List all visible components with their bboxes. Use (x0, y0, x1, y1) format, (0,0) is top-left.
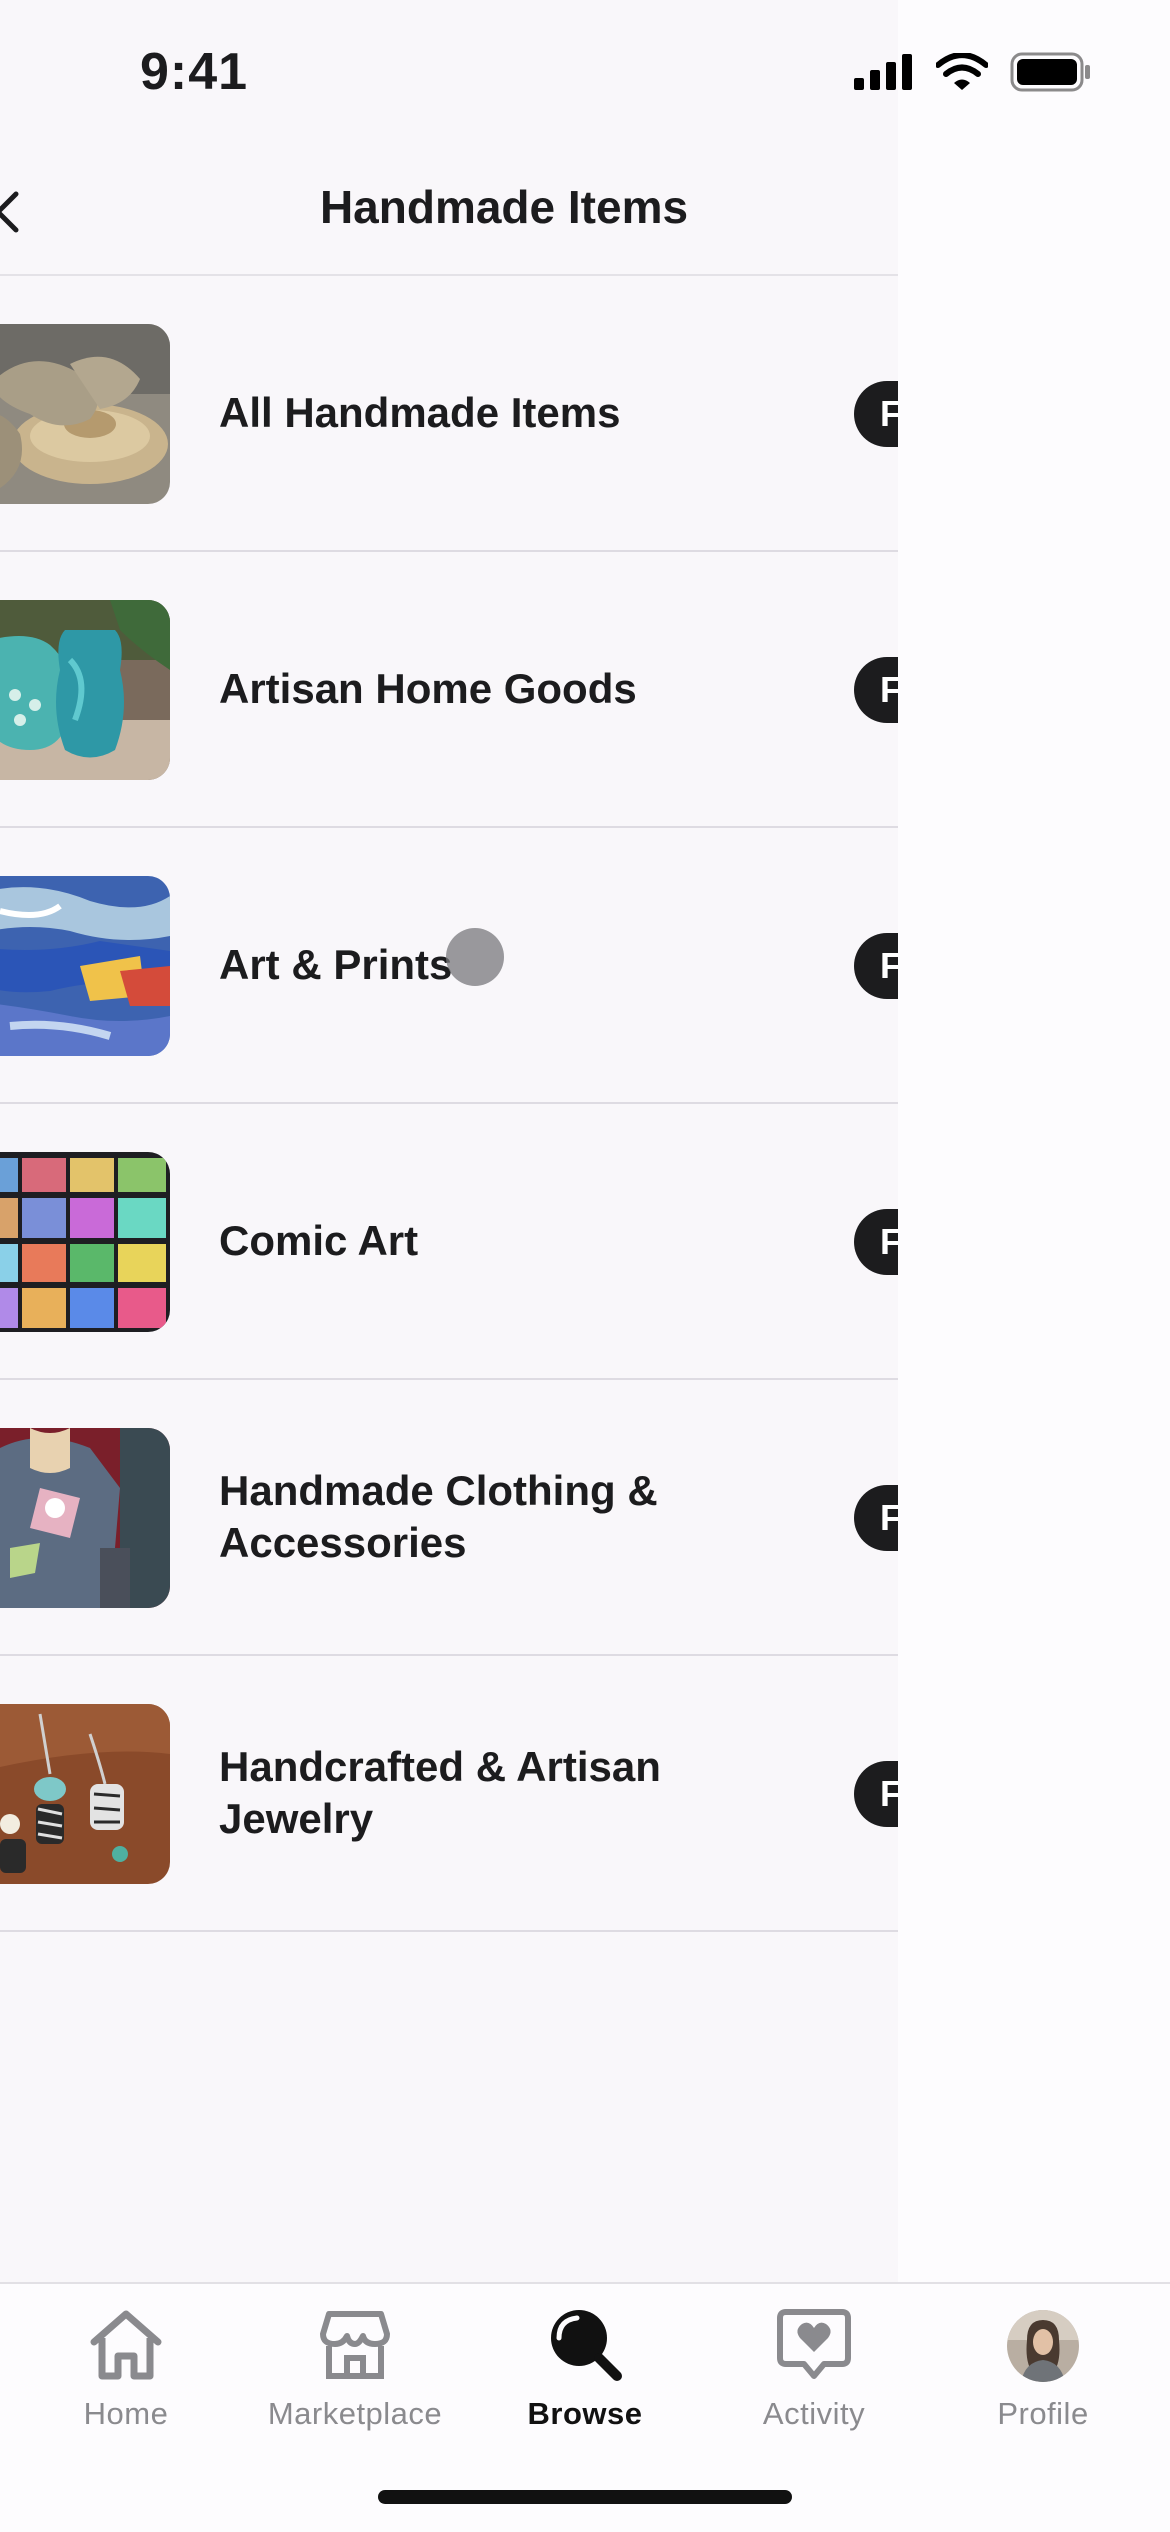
magnifier-icon (551, 2310, 622, 2381)
screen: Handmade Items All Handmade Items F Arti… (0, 0, 1170, 2532)
page-title: Handmade Items (319, 181, 689, 233)
ceramic-vases-image (0, 600, 170, 780)
tab-home[interactable]: Home (9, 2304, 243, 2454)
pottery-wheel-image (0, 324, 170, 504)
comic-panels-image (0, 1152, 170, 1332)
category-row-all-handmade[interactable]: All Handmade Items F (0, 276, 898, 552)
sweater-image (0, 1428, 170, 1608)
cellular-signal-icon (854, 54, 912, 90)
status-bar: 9:41 (0, 0, 1170, 150)
follow-button[interactable]: F (854, 1761, 898, 1827)
category-label: Artisan Home Goods (219, 665, 637, 712)
tab-activity[interactable]: Activity (697, 2304, 931, 2454)
panel-background: Handmade Items All Handmade Items F Arti… (0, 0, 898, 2282)
touch-indicator (446, 928, 504, 986)
avatar (1007, 2310, 1079, 2382)
category-label: All Handmade Items (219, 389, 621, 436)
category-row-handmade-clothing[interactable]: Handmade Clothing & Accessories F (0, 1380, 898, 1656)
category-list: All Handmade Items F Artisan Home Goods … (0, 276, 898, 1932)
tab-label: Browse (527, 2396, 643, 2431)
storefront-icon (320, 2311, 390, 2379)
follow-button[interactable]: F (854, 1209, 898, 1275)
category-label: Handmade Clothing & Accessories (219, 1467, 658, 1566)
status-time: 9:41 (140, 43, 249, 101)
follow-button[interactable]: F (854, 1485, 898, 1551)
category-row-comic-art[interactable]: Comic Art F (0, 1104, 898, 1380)
house-icon (90, 2310, 162, 2380)
tab-label: Activity (762, 2396, 866, 2431)
tab-browse[interactable]: Browse (468, 2304, 702, 2454)
battery-icon (1010, 52, 1090, 92)
follow-button[interactable]: F (854, 933, 898, 999)
tab-profile[interactable]: Profile (926, 2304, 1160, 2454)
category-row-artisan-home-goods[interactable]: Artisan Home Goods F (0, 552, 898, 828)
tab-label: Marketplace (267, 2396, 443, 2431)
status-icons (854, 52, 1092, 92)
category-panel: Handmade Items All Handmade Items F Arti… (0, 0, 898, 2282)
tab-label: Profile (997, 2396, 1089, 2431)
follow-button[interactable]: F (854, 381, 898, 447)
wifi-icon (936, 53, 988, 90)
follow-button[interactable]: F (854, 657, 898, 723)
nav-header: Handmade Items (0, 150, 898, 276)
heart-bubble-icon (777, 2309, 851, 2379)
category-label: Comic Art (219, 1217, 419, 1264)
tab-label: Home (83, 2396, 169, 2431)
category-row-artisan-jewelry[interactable]: Handcrafted & Artisan Jewelry F (0, 1656, 898, 1932)
abstract-painting-image (0, 876, 170, 1056)
jewelry-image (0, 1704, 170, 1884)
tab-marketplace[interactable]: Marketplace (238, 2304, 472, 2454)
home-indicator (378, 2490, 792, 2504)
category-label: Handcrafted & Artisan Jewelry (219, 1743, 661, 1842)
